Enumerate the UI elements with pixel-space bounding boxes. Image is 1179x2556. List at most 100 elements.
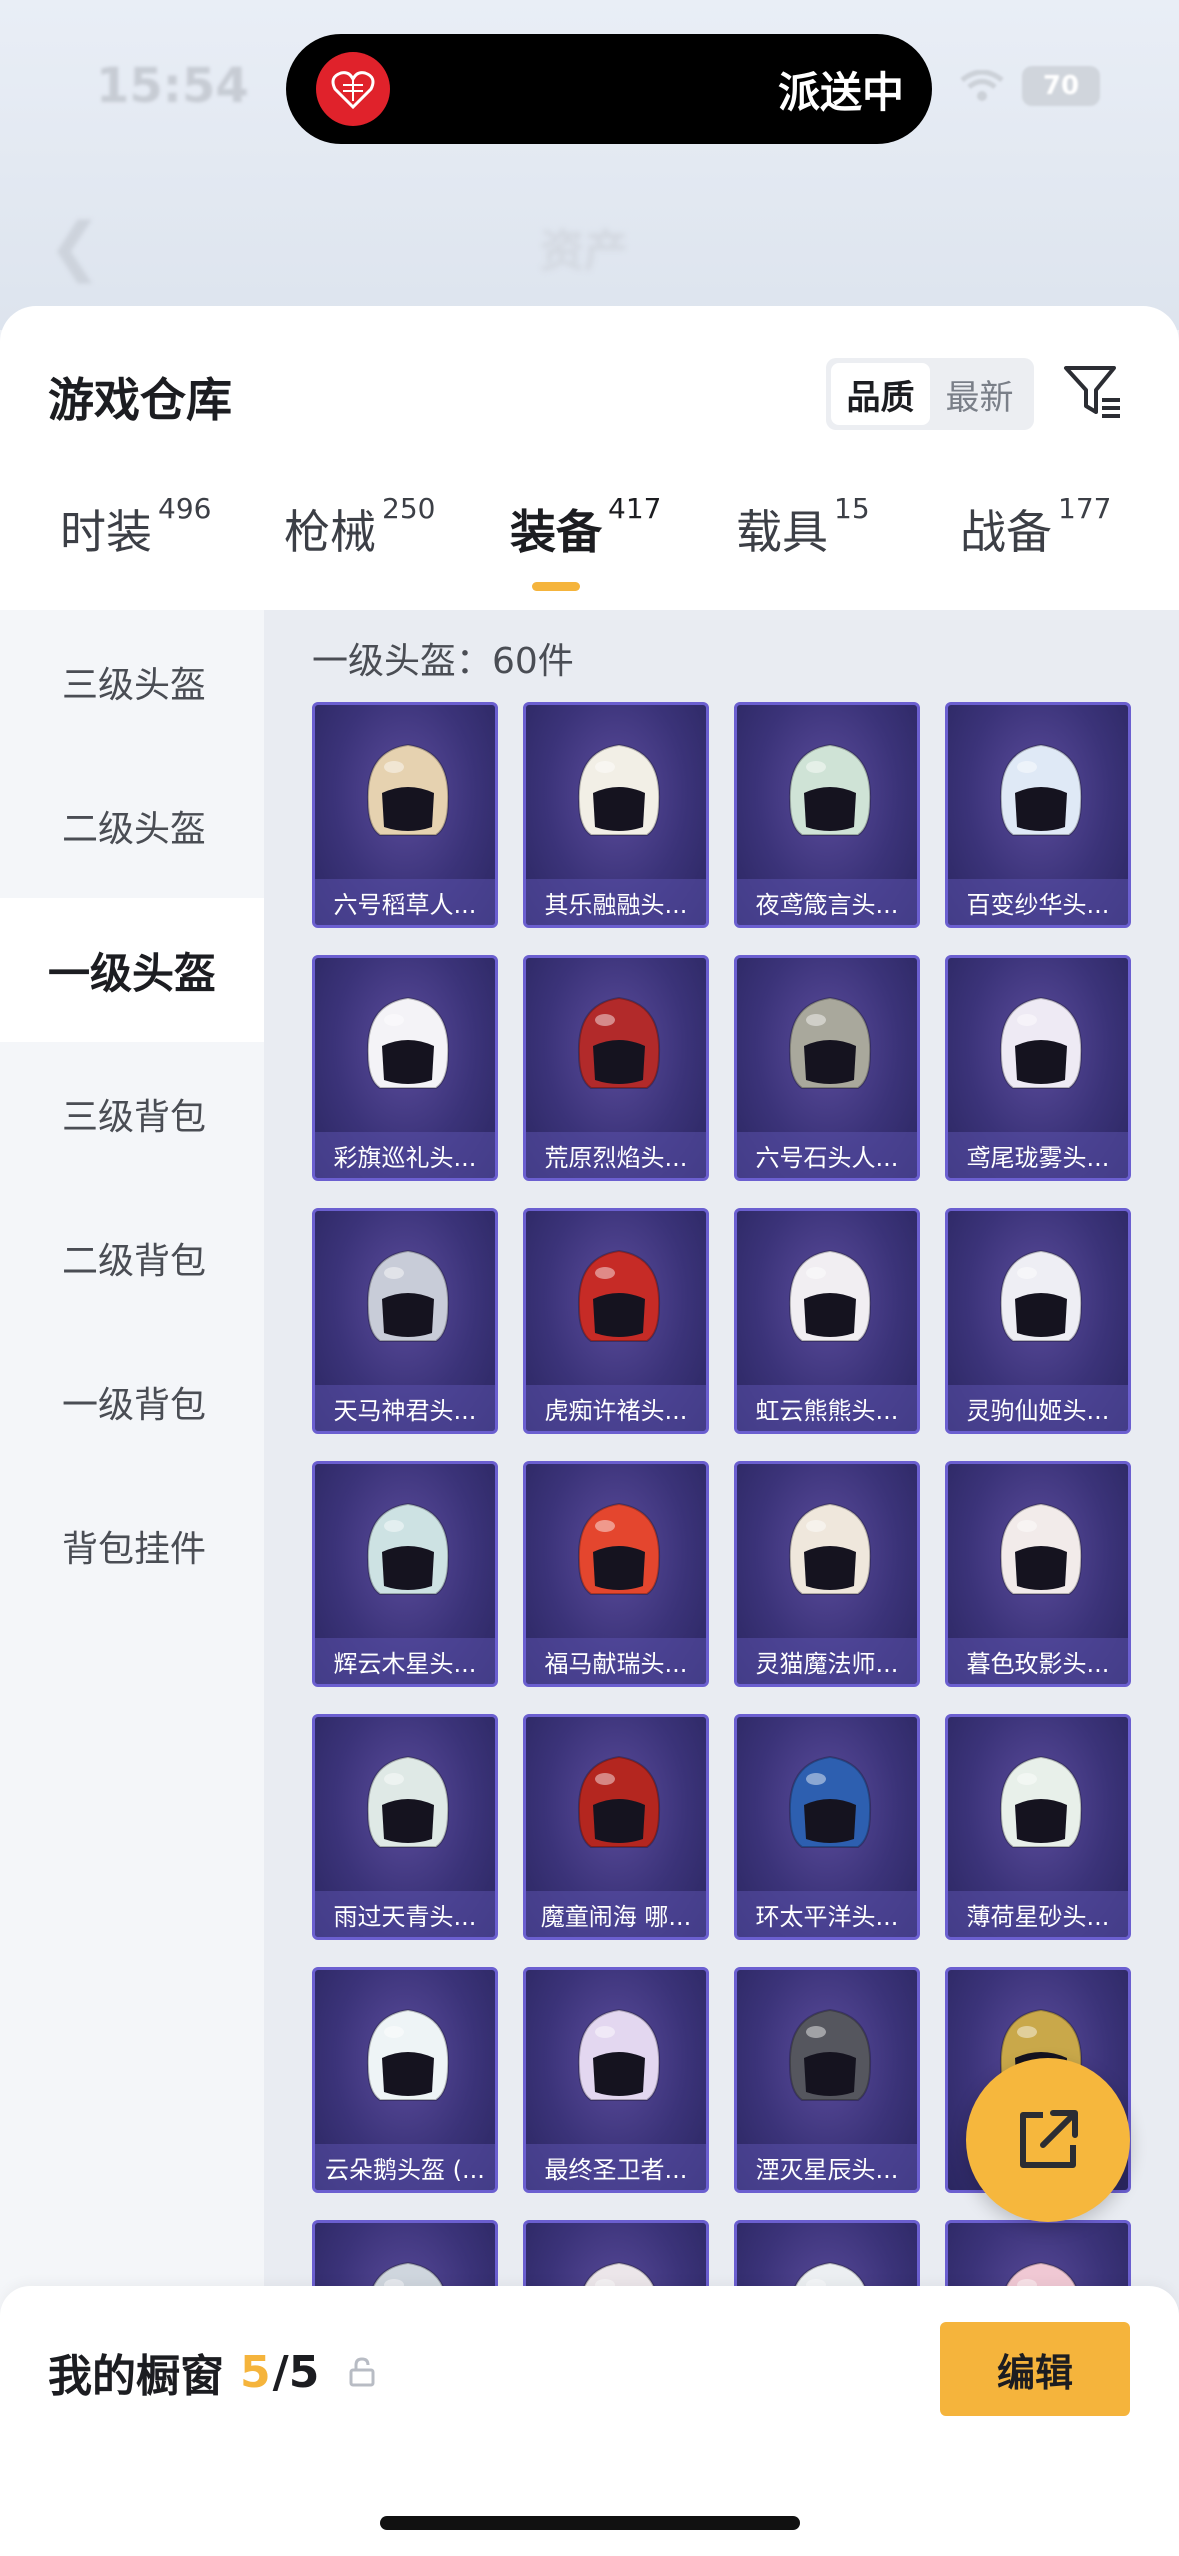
item-name: 薄荷星砂头... bbox=[948, 1891, 1128, 1937]
item-name: 福马献瑞头... bbox=[526, 1638, 706, 1684]
item-name: 魔童闹海 哪... bbox=[526, 1891, 706, 1937]
helmet-icon bbox=[788, 1502, 872, 1595]
helmet-icon bbox=[366, 1502, 450, 1595]
showcase-title: 我的橱窗 5 /5 bbox=[48, 2340, 375, 2404]
helmet-icon bbox=[577, 2008, 661, 2101]
item-card[interactable]: 六号石头人... bbox=[734, 955, 920, 1181]
page-title: 资产 bbox=[540, 226, 628, 277]
item-name: 荒原烈焰头... bbox=[526, 1132, 706, 1178]
item-card[interactable]: 云朵鹅头盔 (... bbox=[312, 1967, 498, 2193]
delivery-status: 派送中 bbox=[777, 67, 904, 117]
item-name: 六号石头人... bbox=[737, 1132, 917, 1178]
share-icon bbox=[1020, 2110, 1078, 2168]
item-name: 鸢尾珑雾头... bbox=[948, 1132, 1128, 1178]
item-name: 湮灭星辰头... bbox=[737, 2144, 917, 2190]
item-name: 其乐融融头... bbox=[526, 879, 706, 925]
sort-quality[interactable]: 品质 bbox=[831, 363, 930, 425]
helmet-icon bbox=[999, 1249, 1083, 1342]
item-card[interactable]: 最终圣卫者... bbox=[523, 1967, 709, 2193]
item-name: 云朵鹅头盔 (... bbox=[315, 2144, 495, 2190]
helmet-icon bbox=[999, 743, 1083, 836]
sidebar-item-backpack-1[interactable]: 一级背包 bbox=[0, 1330, 264, 1474]
item-card[interactable]: 环太平洋头... bbox=[734, 1714, 920, 1940]
item-card[interactable]: 灵猫魔法师... bbox=[734, 1461, 920, 1687]
share-button[interactable] bbox=[966, 2058, 1130, 2222]
item-card[interactable]: 薄荷星砂头... bbox=[945, 1714, 1131, 1940]
helmet-icon bbox=[788, 2008, 872, 2101]
tab-battle-prep[interactable]: 战备 177 bbox=[960, 492, 1111, 562]
helmet-icon bbox=[999, 1755, 1083, 1848]
helmet-icon bbox=[999, 996, 1083, 1089]
item-card[interactable]: 彩旗巡礼头... bbox=[312, 955, 498, 1181]
item-name: 百变纱华头... bbox=[948, 879, 1128, 925]
tab-label: 装备 bbox=[510, 505, 602, 559]
showcase-label: 我的橱窗 bbox=[48, 2351, 224, 2402]
helmet-icon bbox=[577, 1249, 661, 1342]
sidebar-item-helmet-2[interactable]: 二级头盔 bbox=[0, 754, 264, 898]
item-card[interactable]: 湮灭星辰头... bbox=[734, 1967, 920, 2193]
tab-label: 枪械 bbox=[284, 505, 376, 559]
helmet-icon bbox=[366, 743, 450, 836]
lock-icon bbox=[349, 2347, 375, 2398]
item-card[interactable]: 辉云木星头... bbox=[312, 1461, 498, 1687]
item-card[interactable]: 福马献瑞头... bbox=[523, 1461, 709, 1687]
wifi-icon bbox=[960, 69, 1004, 101]
item-card[interactable]: 天马神君头... bbox=[312, 1208, 498, 1434]
tab-label: 载具 bbox=[736, 505, 828, 559]
sidebar-item-helmet-1[interactable]: 一级头盔 bbox=[0, 898, 264, 1042]
helmet-icon bbox=[366, 1249, 450, 1342]
tab-count: 177 bbox=[1058, 492, 1112, 525]
helmet-icon bbox=[577, 1755, 661, 1848]
item-name: 雨过天青头... bbox=[315, 1891, 495, 1937]
status-time: 15:54 bbox=[96, 58, 249, 114]
showcase-total-count: /5 bbox=[272, 2346, 320, 2398]
item-card[interactable]: 鸢尾珑雾头... bbox=[945, 955, 1131, 1181]
tab-count: 15 bbox=[834, 492, 870, 525]
tab-vehicles[interactable]: 载具 15 bbox=[736, 492, 870, 562]
sidebar-item-backpack-3[interactable]: 三级背包 bbox=[0, 1042, 264, 1186]
helmet-icon bbox=[577, 1502, 661, 1595]
helmet-icon bbox=[577, 743, 661, 836]
home-indicator bbox=[380, 2516, 800, 2530]
helmet-icon bbox=[999, 1502, 1083, 1595]
item-card[interactable]: 荒原烈焰头... bbox=[523, 955, 709, 1181]
item-name: 灵驹仙姬头... bbox=[948, 1385, 1128, 1431]
sort-latest[interactable]: 最新 bbox=[930, 363, 1029, 425]
section-label: 一级头盔：60件 bbox=[312, 641, 574, 682]
sidebar-item-backpack-charm[interactable]: 背包挂件 bbox=[0, 1474, 264, 1618]
tab-equipment[interactable]: 装备 417 bbox=[510, 492, 661, 562]
item-card[interactable]: 雨过天青头... bbox=[312, 1714, 498, 1940]
sidebar-item-helmet-3[interactable]: 三级头盔 bbox=[0, 610, 264, 754]
item-card[interactable]: 虹云熊熊头... bbox=[734, 1208, 920, 1434]
category-tabs: 时装 496 枪械 250 装备 417 载具 15 战备 177 bbox=[0, 492, 1179, 606]
app-logo-icon bbox=[316, 52, 390, 126]
item-card[interactable]: 暮色玫影头... bbox=[945, 1461, 1131, 1687]
back-icon[interactable]: ❮ bbox=[48, 210, 102, 284]
item-card[interactable]: 魔童闹海 哪... bbox=[523, 1714, 709, 1940]
tab-count: 250 bbox=[382, 492, 436, 525]
tab-label: 时装 bbox=[60, 505, 152, 559]
item-card[interactable]: 夜鸢箴言头... bbox=[734, 702, 920, 928]
helmet-icon bbox=[366, 2008, 450, 2101]
filter-icon[interactable] bbox=[1058, 356, 1128, 428]
item-name: 虹云熊熊头... bbox=[737, 1385, 917, 1431]
showcase-bar: 我的橱窗 5 /5 编辑 bbox=[0, 2286, 1179, 2556]
sidebar-item-backpack-2[interactable]: 二级背包 bbox=[0, 1186, 264, 1330]
item-card[interactable]: 虎痴许褚头... bbox=[523, 1208, 709, 1434]
edit-button[interactable]: 编辑 bbox=[940, 2322, 1130, 2416]
helmet-icon bbox=[788, 1755, 872, 1848]
item-card[interactable]: 其乐融融头... bbox=[523, 702, 709, 928]
dynamic-island[interactable]: 派送中 bbox=[286, 34, 932, 144]
item-card[interactable]: 六号稻草人... bbox=[312, 702, 498, 928]
item-name: 最终圣卫者... bbox=[526, 2144, 706, 2190]
item-name: 彩旗巡礼头... bbox=[315, 1132, 495, 1178]
item-card[interactable]: 灵驹仙姬头... bbox=[945, 1208, 1131, 1434]
sort-toggle: 品质 最新 bbox=[826, 358, 1034, 430]
battery-indicator: 70 bbox=[1022, 66, 1100, 106]
tab-fashion[interactable]: 时装 496 bbox=[60, 492, 211, 562]
helmet-icon bbox=[366, 1755, 450, 1848]
item-name: 灵猫魔法师... bbox=[737, 1638, 917, 1684]
helmet-icon bbox=[788, 1249, 872, 1342]
item-card[interactable]: 百变纱华头... bbox=[945, 702, 1131, 928]
tab-guns[interactable]: 枪械 250 bbox=[284, 492, 435, 562]
